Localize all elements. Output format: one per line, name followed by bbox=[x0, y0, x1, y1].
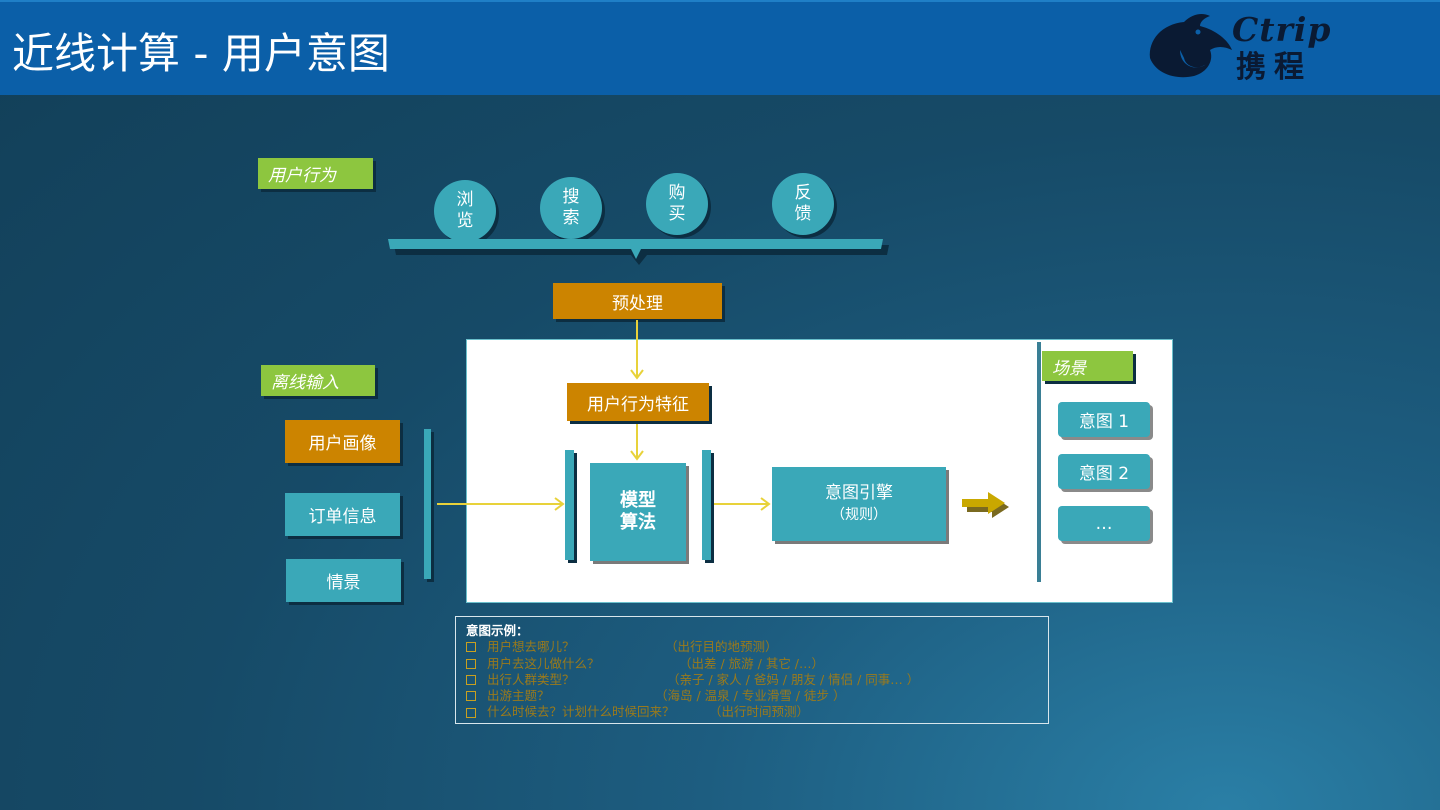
example-item: 用户去这儿做什么？ （出差 / 旅游 / 其它 /…） bbox=[466, 656, 1038, 672]
context-box: 情景 bbox=[286, 559, 401, 602]
intent-1: 意图 1 bbox=[1058, 402, 1150, 437]
example-answer: （海岛 / 温泉 / 专业滑雪 / 徒步 ） bbox=[655, 688, 846, 704]
example-item: 出行人群类型？ （亲子 / 家人 / 爸妈 / 朋友 / 情侣 / 同事… ） bbox=[466, 672, 1038, 688]
model-right-bracket bbox=[702, 450, 711, 560]
example-question: 用户想去哪儿？ bbox=[487, 639, 575, 655]
example-question: 出行人群类型？ bbox=[487, 671, 575, 687]
offline-input-label: 离线输入 bbox=[261, 365, 375, 396]
scene-label: 场景 bbox=[1042, 351, 1133, 381]
example-item: 什么时候去？计划什么时候回来？ （出行时间预测） bbox=[466, 704, 1038, 720]
user-profile-box: 用户画像 bbox=[285, 420, 400, 463]
checkbox-icon bbox=[466, 691, 476, 702]
example-answer: （出差 / 旅游 / 其它 /…） bbox=[679, 655, 825, 671]
model-left-bracket bbox=[565, 450, 574, 560]
checkbox-icon bbox=[466, 642, 476, 653]
engine-line2: （规则） bbox=[831, 507, 887, 523]
example-answer: （亲子 / 家人 / 爸妈 / 朋友 / 情侣 / 同事… ） bbox=[667, 671, 920, 687]
model-line1: 模型 bbox=[620, 490, 656, 511]
intent-engine-box: 意图引擎 （规则） bbox=[772, 467, 946, 541]
example-item: 出游主题？ （海岛 / 温泉 / 专业滑雪 / 徒步 ） bbox=[466, 688, 1038, 704]
intent-examples: 意图示例： 用户想去哪儿？ （出行目的地预测） 用户去这儿做什么？ （出差 / … bbox=[455, 616, 1049, 724]
example-question: 用户去这儿做什么？ bbox=[487, 655, 600, 671]
model-line2: 算法 bbox=[620, 512, 656, 533]
behavior-feature-box: 用户行为特征 bbox=[567, 383, 709, 421]
example-item: 用户想去哪儿？ （出行目的地预测） bbox=[466, 639, 1038, 655]
engine-line1: 意图引擎 bbox=[825, 483, 893, 503]
checkbox-icon bbox=[466, 707, 476, 718]
example-answer: （出行目的地预测） bbox=[665, 639, 778, 655]
checkbox-icon bbox=[466, 658, 476, 669]
order-info-box: 订单信息 bbox=[285, 493, 400, 536]
examples-heading: 意图示例： bbox=[466, 623, 529, 638]
model-algorithm-box: 模型 算法 bbox=[590, 463, 686, 561]
output-arrow-icon bbox=[962, 492, 1009, 518]
intent-2: 意图 2 bbox=[1058, 454, 1150, 489]
scene-divider bbox=[1037, 342, 1041, 582]
checkbox-icon bbox=[466, 675, 476, 686]
example-question: 什么时候去？计划什么时候回来？ bbox=[487, 704, 675, 720]
example-answer: （出行时间预测） bbox=[709, 704, 810, 720]
intent-more: … bbox=[1058, 506, 1150, 541]
example-question: 出游主题？ bbox=[487, 688, 550, 704]
offline-bracket bbox=[424, 429, 431, 579]
